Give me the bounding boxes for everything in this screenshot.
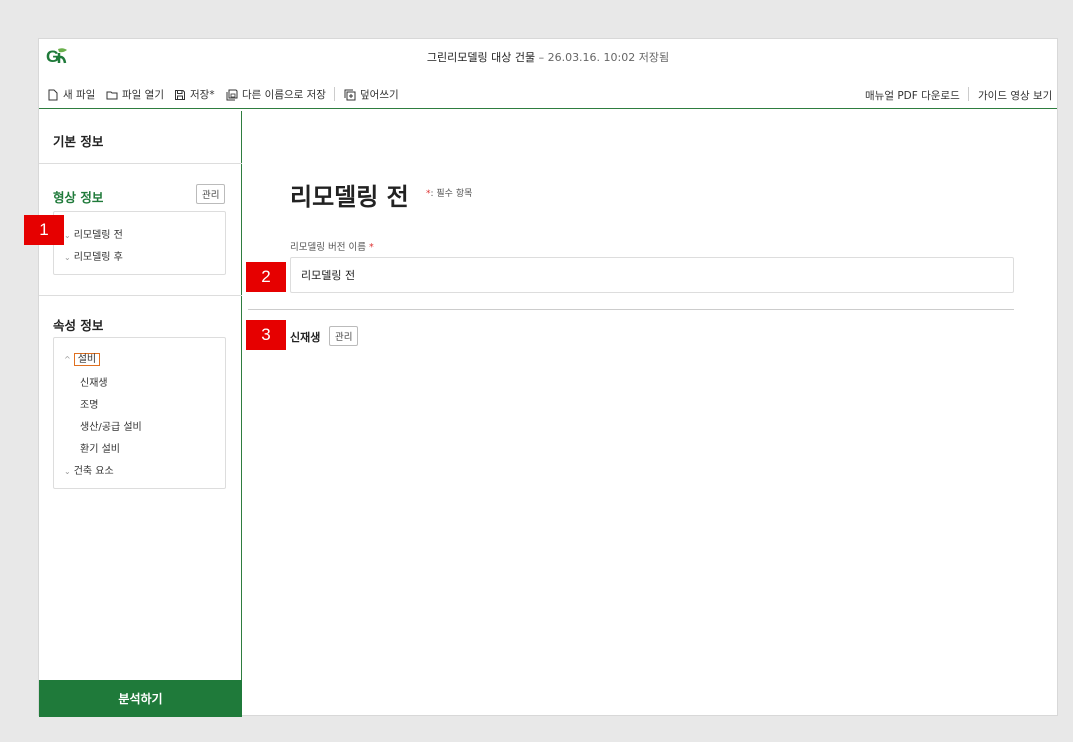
tree-item-before[interactable]: ⌄ 리모델링 전 (64, 226, 123, 241)
save-as-icon (226, 89, 238, 100)
analyze-button[interactable]: 분석하기 (39, 680, 242, 717)
annotation-badge-1: 1 (24, 215, 64, 245)
tree-item-architecture[interactable]: ⌄ 건축 요소 (64, 462, 114, 477)
folder-icon (106, 91, 118, 99)
renewable-manage-button[interactable]: 관리 (329, 326, 359, 346)
overwrite-icon (344, 89, 356, 100)
app-window: G 그린리모델링 대상 건물 – 26.03.16. 10:02 저장됨 새 파… (38, 38, 1058, 717)
overwrite-label: 덮어쓰기 (360, 89, 399, 101)
tree-item-label: 리모델링 전 (73, 230, 123, 241)
main-divider (248, 309, 1014, 310)
tree-item-label: 설비 (73, 353, 101, 366)
chevron-up-icon: ^ (64, 355, 71, 364)
title-bar: G 그린리모델링 대상 건물 – 26.03.16. 10:02 저장됨 (39, 39, 1057, 73)
shape-tree: ⌄ 리모델링 전 ⌄ 리모델링 후 (53, 211, 226, 275)
save-icon (175, 89, 185, 100)
attr-tree: ^ 설비 신재생 조명 생산/공급 설비 환기 설비 ⌄ 건축 요소 (53, 337, 226, 489)
tree-item-label: 건축 요소 (73, 466, 114, 477)
required-note: *: 필수 항목 (426, 186, 472, 199)
tree-item-label: 리모델링 후 (73, 252, 123, 263)
version-name-input[interactable] (290, 257, 1014, 293)
basic-info-nav[interactable]: 기본 정보 (53, 131, 103, 150)
window-title: 그린리모델링 대상 건물 – 26.03.16. 10:02 저장됨 (39, 49, 1057, 65)
attr-info-title[interactable]: 속성 정보 (53, 315, 103, 334)
overwrite-button[interactable]: 덮어쓰기 (344, 87, 399, 102)
chevron-down-icon: ⌄ (64, 467, 71, 476)
open-file-label: 파일 열기 (122, 89, 164, 101)
save-as-label: 다른 이름으로 저장 (242, 89, 326, 101)
manual-pdf-link[interactable]: 매뉴얼 PDF 다운로드 (865, 88, 960, 103)
save-as-button[interactable]: 다른 이름으로 저장 (226, 87, 326, 102)
document-title: 그린리모델링 대상 건물 (426, 51, 536, 64)
chevron-down-icon: ⌄ (64, 253, 71, 262)
chevron-down-icon: ⌄ (64, 231, 71, 240)
new-file-label: 새 파일 (63, 89, 96, 101)
save-button[interactable]: 저장* (174, 87, 215, 102)
tree-item-equipment[interactable]: ^ 설비 (64, 350, 101, 366)
shape-manage-button[interactable]: 관리 (196, 184, 226, 204)
annotation-badge-3: 3 (246, 320, 286, 350)
version-name-label: 리모델링 버전 이름 * (290, 239, 374, 253)
guide-video-link[interactable]: 가이드 영상 보기 (978, 88, 1052, 103)
annotation-badge-2: 2 (246, 262, 286, 292)
shape-info-title[interactable]: 형상 정보 (53, 187, 103, 206)
toolbar-divider (334, 87, 335, 101)
save-label: 저장* (190, 89, 215, 101)
tree-item-production-supply[interactable]: 생산/공급 설비 (80, 418, 142, 433)
required-note-text: : 필수 항목 (430, 189, 473, 199)
save-stamp: – 26.03.16. 10:02 저장됨 (535, 51, 670, 64)
toolbar-divider-right (968, 87, 969, 101)
renewable-section-title: 신재생 (290, 331, 321, 344)
main-panel: 리모델링 전 *: 필수 항목 리모델링 버전 이름 * 신재생 관리 (244, 111, 1057, 715)
tree-item-lighting[interactable]: 조명 (80, 396, 98, 411)
toolbar: 새 파일 파일 열기 저장* 다른 이름으로 저장 덮어쓰기 매뉴얼 PDF 다… (39, 79, 1057, 109)
tree-item-ventilation[interactable]: 환기 설비 (80, 440, 120, 455)
sidebar: 기본 정보 형상 정보 관리 ⌄ 리모델링 전 ⌄ 리모델링 후 속성 정보 ^ 설비… (39, 111, 242, 717)
version-name-label-text: 리모델링 버전 이름 (290, 242, 366, 253)
required-star: * (369, 242, 374, 253)
page-title: 리모델링 전 (290, 183, 409, 211)
sidebar-divider (39, 163, 242, 164)
tree-item-after[interactable]: ⌄ 리모델링 후 (64, 248, 123, 263)
tree-item-renewable[interactable]: 신재생 (80, 374, 108, 389)
open-file-button[interactable]: 파일 열기 (106, 87, 164, 102)
new-file-icon (48, 89, 58, 100)
sidebar-divider (39, 295, 242, 296)
new-file-button[interactable]: 새 파일 (47, 87, 95, 102)
